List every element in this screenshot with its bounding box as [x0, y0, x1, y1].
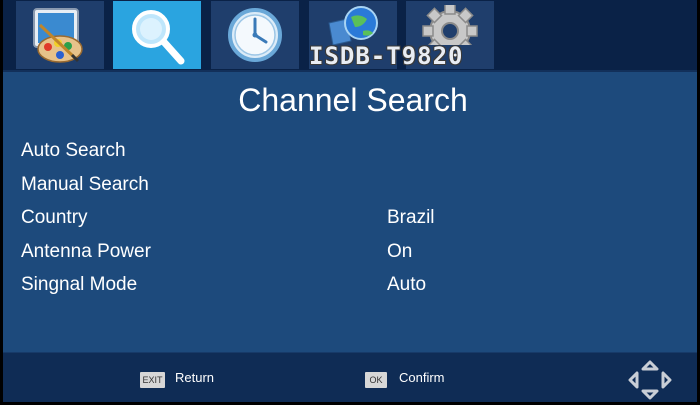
confirm-hint: Confirm — [399, 370, 445, 385]
clock-icon — [228, 8, 282, 62]
tab-picture-settings[interactable] — [16, 1, 104, 69]
menu-item-auto-search[interactable]: Auto Search — [21, 134, 681, 168]
antenna-power-value[interactable]: On — [387, 241, 412, 263]
page-title: Channel Search — [238, 82, 468, 118]
magnifier-icon — [132, 10, 185, 65]
return-hint: Return — [175, 370, 215, 385]
menu-item-label: Manual Search — [21, 173, 149, 195]
footer-hint-bar: EXIT Return OK Confirm — [3, 352, 697, 402]
menu-item-country[interactable]: Country Brazil — [21, 201, 681, 235]
menu-item-label: Country — [21, 207, 88, 229]
gear-icon — [422, 5, 478, 45]
settings-menu: Auto Search Manual Search Country Brazil… — [21, 134, 681, 302]
country-value[interactable]: Brazil — [387, 207, 435, 229]
screen: ISDB-T9820 Channel Search Auto Search Ma… — [3, 0, 697, 402]
menu-item-label: Auto Search — [21, 140, 126, 161]
menu-item-label: Antenna Power — [21, 240, 151, 262]
ok-key-icon: OK — [365, 372, 387, 388]
menu-item-antenna-power[interactable]: Antenna Power On — [21, 235, 681, 269]
exit-key-icon: EXIT — [140, 372, 165, 388]
menu-item-signal-mode[interactable]: Singnal Mode Auto — [21, 268, 681, 302]
paint-palette-icon — [33, 8, 83, 63]
signal-mode-value[interactable]: Auto — [387, 274, 426, 296]
top-tab-bar: ISDB-T9820 — [3, 0, 697, 72]
menu-item-label: Singnal Mode — [21, 274, 138, 296]
menu-item-manual-search[interactable]: Manual Search — [21, 168, 681, 202]
direction-pad-icon — [628, 360, 672, 400]
globe-folder-icon — [328, 6, 378, 45]
model-name: ISDB-T9820 — [309, 42, 464, 70]
tab-channel-search[interactable] — [113, 1, 201, 69]
tab-time-settings[interactable] — [211, 1, 299, 69]
